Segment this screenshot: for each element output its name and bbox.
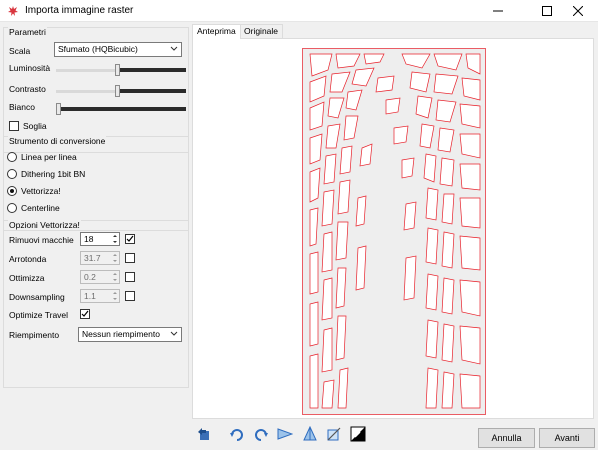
ottimizza-value: 0.2 (84, 272, 96, 282)
close-icon (573, 6, 583, 16)
parametri-group: Parametri Scala Sfumato (HQBicubic) Lumi… (3, 27, 189, 153)
strumento-group-label: Strumento di conversione (8, 136, 107, 146)
slider-thumb[interactable] (56, 103, 61, 115)
spinner-icon[interactable] (111, 252, 119, 264)
soglia-checkbox[interactable] (9, 121, 19, 131)
tab-anteprima[interactable]: Anteprima (192, 24, 241, 39)
rotate-right-icon[interactable] (253, 426, 269, 442)
parametri-group-label: Parametri (8, 27, 47, 37)
scala-label: Scala (9, 46, 31, 56)
radio-selected-dot (10, 189, 14, 193)
opzioni-group-label: Opzioni Vettorizza! (8, 220, 81, 230)
checkmark-icon (126, 235, 134, 242)
chevron-down-icon (170, 331, 178, 336)
slider-thumb[interactable] (115, 64, 120, 76)
contrasto-slider[interactable] (56, 85, 186, 97)
riempimento-select[interactable]: Nessun riempimento (78, 327, 182, 342)
rimuovi-label: Rimuovi macchie (9, 235, 74, 245)
arrotonda-value: 31.7 (84, 253, 101, 263)
spinner-icon[interactable] (111, 290, 119, 302)
preview-panel (192, 38, 594, 419)
flip-vertical-icon[interactable] (302, 426, 318, 442)
optimize-travel-label: Optimize Travel (9, 310, 69, 320)
next-button[interactable]: Avanti (539, 428, 595, 448)
bianco-label: Bianco (9, 102, 35, 112)
contrasto-label: Contrasto (9, 84, 46, 94)
riempimento-value: Nessun riempimento (82, 329, 160, 339)
close-button[interactable] (558, 0, 598, 22)
radio-vettorizza[interactable] (7, 186, 17, 196)
minimize-icon (493, 10, 503, 12)
preview-area: Anteprima Originale (192, 24, 594, 419)
downsampling-value: 1.1 (84, 291, 96, 301)
slider-fill (59, 107, 186, 111)
strumento-group: Strumento di conversione Linea per linea… (3, 136, 189, 231)
cancel-button[interactable]: Annulla (478, 428, 535, 448)
left-panel: Parametri Scala Sfumato (HQBicubic) Lumi… (3, 22, 189, 450)
slider-fill (118, 89, 186, 93)
downsampling-input[interactable]: 1.1 (80, 289, 120, 303)
rimuovi-checkbox[interactable] (125, 234, 135, 244)
scala-value: Sfumato (HQBicubic) (58, 44, 138, 54)
minimize-button[interactable] (478, 0, 518, 22)
arrotonda-input[interactable]: 31.7 (80, 251, 120, 265)
preview-canvas (302, 48, 486, 415)
checkmark-icon (81, 310, 89, 317)
riempimento-label: Riempimento (9, 330, 60, 340)
vector-tree-pattern (302, 48, 486, 415)
scala-select[interactable]: Sfumato (HQBicubic) (54, 42, 182, 57)
rotate-left-icon[interactable] (229, 426, 245, 442)
slider-thumb[interactable] (115, 85, 120, 97)
reset-icon[interactable] (196, 426, 212, 442)
window-title: Importa immagine raster (25, 5, 134, 16)
opzioni-group: Opzioni Vettorizza! Rimuovi macchie 18 A… (3, 220, 189, 388)
chevron-down-icon (170, 46, 178, 51)
luminosita-label: Luminosità (9, 63, 51, 73)
invert-icon[interactable] (350, 426, 366, 442)
radio-linea-per-linea[interactable] (7, 152, 17, 162)
luminosita-slider[interactable] (56, 64, 186, 76)
ottimizza-input[interactable]: 0.2 (80, 270, 120, 284)
radio-centerline[interactable] (7, 203, 17, 213)
tab-originale[interactable]: Originale (239, 24, 284, 38)
bianco-slider[interactable] (56, 103, 186, 115)
app-icon (8, 6, 18, 16)
title-bar: Importa immagine raster (0, 0, 598, 22)
arrotonda-label: Arrotonda (9, 254, 47, 264)
spinner-icon[interactable] (111, 233, 119, 245)
radio-dithering[interactable] (7, 169, 17, 179)
maximize-icon (542, 6, 552, 16)
flip-horizontal-icon[interactable] (277, 426, 293, 442)
ottimizza-checkbox[interactable] (125, 272, 135, 282)
soglia-label: Soglia (23, 121, 47, 131)
optimize-travel-checkbox[interactable] (80, 309, 90, 319)
rimuovi-value: 18 (84, 234, 94, 244)
radio-label-dithering: Dithering 1bit BN (21, 169, 86, 179)
radio-label-centerline: Centerline (21, 203, 60, 213)
ottimizza-label: Ottimizza (9, 273, 45, 283)
radio-label-vettorizza: Vettorizza! (21, 186, 61, 196)
downsampling-checkbox[interactable] (125, 291, 135, 301)
slider-fill (118, 68, 186, 72)
arrotonda-checkbox[interactable] (125, 253, 135, 263)
spinner-icon[interactable] (111, 271, 119, 283)
crop-icon[interactable] (326, 426, 342, 442)
downsampling-label: Downsampling (9, 292, 65, 302)
radio-label-linea: Linea per linea (21, 152, 77, 162)
rimuovi-input[interactable]: 18 (80, 232, 120, 246)
